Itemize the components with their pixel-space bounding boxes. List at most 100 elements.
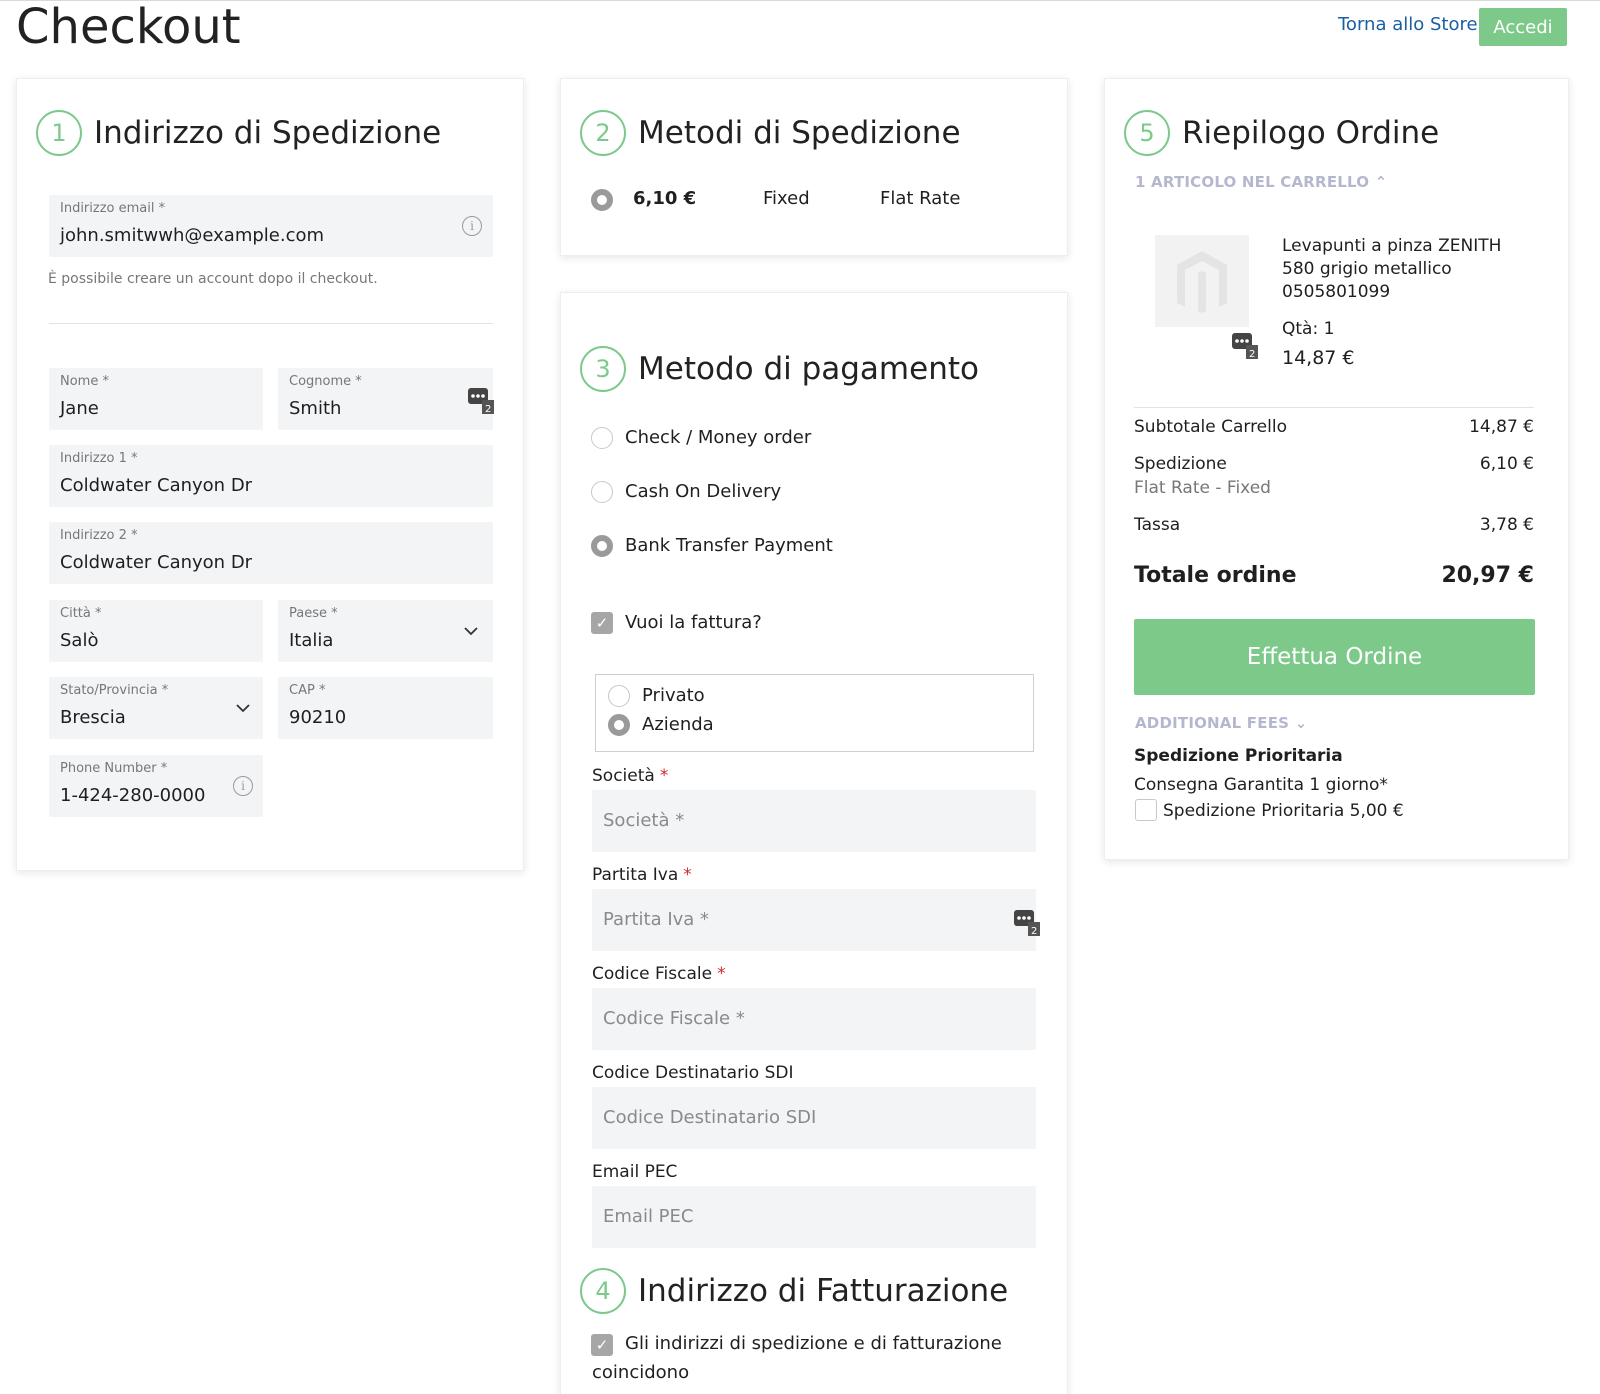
billing-header: 4 Indirizzo di Fatturazione (580, 1268, 1008, 1314)
field-value: Jane (60, 398, 99, 419)
payment-cash-on-delivery-radio[interactable] (591, 481, 613, 503)
svg-text:2: 2 (1031, 926, 1037, 936)
priority-shipping-option[interactable]: Spedizione Prioritaria 5,00 € (1163, 801, 1404, 821)
password-manager-icon[interactable]: 2 (1232, 333, 1258, 359)
shipping-value: 6,10 € (1479, 454, 1534, 474)
field-value: Italia (289, 630, 334, 651)
vat-label: Partita Iva * (592, 865, 692, 885)
priority-shipping-checkbox[interactable] (1135, 799, 1157, 821)
first-name-field[interactable]: Nome * Jane (49, 368, 263, 430)
field-placeholder: Partita Iva * (603, 909, 710, 930)
tax-code-input[interactable]: Codice Fiscale * (592, 988, 1036, 1050)
city-field[interactable]: Città * Salò (49, 600, 263, 662)
address1-field[interactable]: Indirizzo 1 * Coldwater Canyon Dr (49, 445, 493, 507)
password-manager-icon[interactable]: 2 (1014, 910, 1040, 936)
divider (1134, 407, 1534, 408)
step-number: 5 (1124, 110, 1170, 156)
phone-field[interactable]: Phone Number * 1-424-280-0000 i (49, 755, 263, 817)
svg-text:2: 2 (485, 404, 491, 414)
pec-input[interactable]: Email PEC (592, 1186, 1036, 1248)
additional-fees-toggle[interactable]: ADDITIONAL FEES ⌄ (1135, 714, 1307, 732)
shipping-method-sub: Flat Rate - Fixed (1134, 478, 1271, 498)
payment-check-money-order-radio[interactable] (591, 427, 613, 449)
payment-method-label[interactable]: Cash On Delivery (625, 481, 781, 502)
country-select[interactable]: Paese * Italia (278, 600, 493, 662)
invoice-checkbox[interactable]: ✓ (591, 612, 613, 634)
field-label: Indirizzo 1 * (60, 451, 138, 466)
step-number: 3 (580, 346, 626, 392)
subtotal-label: Subtotale Carrello (1134, 417, 1287, 437)
page-title: Checkout (16, 0, 241, 55)
customer-type-label[interactable]: Privato (642, 685, 705, 706)
shipping-option-radio[interactable] (591, 189, 613, 211)
payment-bank-transfer-radio[interactable] (591, 535, 613, 557)
login-button[interactable]: Accedi (1479, 8, 1567, 46)
section-title: Indirizzo di Spedizione (94, 115, 442, 151)
region-select[interactable]: Stato/Provincia * Brescia (49, 677, 263, 739)
place-order-button[interactable]: Effettua Ordine (1134, 619, 1535, 695)
field-label: Stato/Provincia * (60, 683, 169, 698)
field-label: Città * (60, 606, 102, 621)
email-note: È possibile creare un account dopo il ch… (48, 271, 378, 287)
priority-shipping-desc: Consegna Garantita 1 giorno* (1134, 775, 1388, 795)
svg-text:2: 2 (1249, 349, 1255, 359)
payment-header: 3 Metodo di pagamento (580, 346, 979, 392)
field-placeholder: Email PEC (603, 1206, 694, 1227)
pec-label: Email PEC (592, 1162, 678, 1182)
field-value: Coldwater Canyon Dr (60, 475, 253, 496)
shipping-methods-header: 2 Metodi di Spedizione (580, 110, 961, 156)
billing-same-checkbox[interactable]: ✓ (591, 1334, 613, 1356)
product-qty: Qtà: 1 (1282, 319, 1335, 339)
email-field[interactable]: Indirizzo email * john.smitwwh@example.c… (49, 195, 493, 257)
shipping-option-price: 6,10 € (633, 188, 697, 209)
field-label: Indirizzo 2 * (60, 528, 138, 543)
company-input[interactable]: Società * (592, 790, 1036, 852)
product-price: 14,87 € (1282, 347, 1355, 369)
field-placeholder: Codice Destinatario SDI (603, 1107, 817, 1128)
shipping-option-method: Fixed (763, 188, 810, 209)
step-number: 2 (580, 110, 626, 156)
field-value: Brescia (60, 707, 126, 728)
back-to-store-link[interactable]: Torna allo Store (1338, 14, 1478, 35)
address2-field[interactable]: Indirizzo 2 * Coldwater Canyon Dr (49, 522, 493, 584)
customer-type-azienda-radio[interactable] (608, 714, 630, 736)
shipping-label: Spedizione (1134, 454, 1227, 474)
step-number: 1 (36, 110, 82, 156)
field-label: Indirizzo email * (60, 201, 166, 216)
cart-count-toggle[interactable]: 1 ARTICOLO NEL CARRELLO ⌃ (1135, 173, 1387, 191)
last-name-field[interactable]: Cognome * Smith 2 (278, 368, 494, 430)
company-label: Società * (592, 766, 669, 786)
field-value: 90210 (289, 707, 347, 728)
chevron-down-icon: ⌄ (1294, 714, 1308, 732)
shipping-address-header: 1 Indirizzo di Spedizione (36, 110, 441, 156)
order-summary-header: 5 Riepilogo Ordine (1124, 110, 1439, 156)
magento-placeholder-icon (1177, 251, 1227, 313)
chevron-up-icon: ⌃ (1374, 173, 1388, 191)
customer-type-label[interactable]: Azienda (642, 714, 714, 735)
payment-method-label[interactable]: Bank Transfer Payment (625, 535, 833, 556)
invoice-label: Vuoi la fattura? (625, 612, 762, 633)
payment-method-label[interactable]: Check / Money order (625, 427, 811, 448)
sdi-input[interactable]: Codice Destinatario SDI (592, 1087, 1036, 1149)
total-label: Totale ordine (1134, 563, 1297, 588)
section-title: Metodo di pagamento (638, 351, 979, 387)
total-value: 20,97 € (1441, 563, 1534, 588)
info-icon[interactable]: i (233, 776, 253, 796)
billing-same-label: Gli indirizzi di spedizione e di fattura… (625, 1333, 1002, 1354)
field-value: 1-424-280-0000 (60, 785, 206, 806)
vat-input[interactable]: Partita Iva * 2 (592, 889, 1040, 951)
shipping-methods-card (560, 78, 1068, 256)
info-icon[interactable]: i (462, 216, 482, 236)
field-label: Paese * (289, 606, 338, 621)
field-value: Smith (289, 398, 342, 419)
field-value: john.smitwwh@example.com (60, 225, 325, 246)
zip-field[interactable]: CAP * 90210 (278, 677, 493, 739)
step-number: 4 (580, 1268, 626, 1314)
password-manager-icon[interactable]: 2 (468, 388, 494, 414)
field-label: CAP * (289, 683, 326, 698)
field-placeholder: Codice Fiscale * (603, 1008, 745, 1029)
subtotal-value: 14,87 € (1469, 417, 1534, 437)
customer-type-privato-radio[interactable] (608, 685, 630, 707)
field-value: Salò (60, 630, 99, 651)
section-title: Metodi di Spedizione (638, 115, 961, 151)
